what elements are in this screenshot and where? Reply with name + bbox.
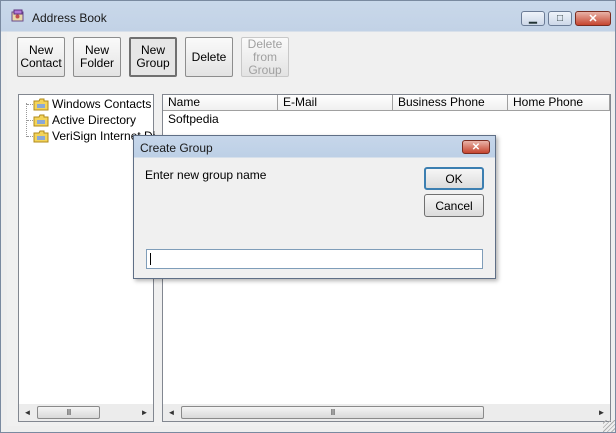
column-header-business-phone[interactable]: Business Phone	[393, 95, 508, 111]
new-folder-button[interactable]: New Folder	[73, 37, 121, 77]
cancel-button[interactable]: Cancel	[424, 194, 484, 217]
scroll-right-icon[interactable]: ►	[136, 404, 153, 421]
tree-item-label: Active Directory	[52, 113, 137, 127]
close-button[interactable]: ✕	[575, 11, 611, 26]
group-name-input[interactable]	[146, 249, 483, 269]
column-header-home-phone[interactable]: Home Phone	[508, 95, 610, 111]
minimize-button[interactable]: ▁	[521, 11, 545, 26]
maximize-icon: □	[556, 13, 564, 24]
minimize-icon: ▁	[529, 13, 537, 24]
close-icon: ✕	[471, 141, 481, 153]
window-title: Address Book	[32, 11, 107, 25]
column-header-email[interactable]: E-Mail	[278, 95, 393, 111]
title-bar[interactable]: Address Book ▁ □ ✕	[1, 1, 615, 32]
scroll-thumb[interactable]: III	[37, 406, 100, 419]
scroll-thumb[interactable]: III	[181, 406, 484, 419]
new-contact-button[interactable]: New Contact	[17, 37, 65, 77]
dialog-title: Create Group	[140, 141, 213, 155]
address-book-icon	[11, 9, 24, 22]
dialog-prompt: Enter new group name	[145, 168, 267, 182]
tree-horizontal-scrollbar[interactable]: ◄ III ►	[19, 404, 153, 421]
delete-button[interactable]: Delete	[185, 37, 233, 77]
folder-icon	[33, 114, 49, 126]
resize-grip[interactable]	[603, 420, 615, 432]
tree-item-active-directory[interactable]: Active Directory	[33, 112, 155, 128]
scroll-left-icon[interactable]: ◄	[19, 404, 36, 421]
create-group-dialog: Create Group ✕ Enter new group name OK C…	[133, 135, 496, 279]
tree-item-label: Windows Contacts	[52, 97, 152, 111]
list-item[interactable]: Softpedia	[168, 112, 219, 126]
maximize-button[interactable]: □	[548, 11, 572, 26]
column-header-name[interactable]: Name	[163, 95, 278, 111]
close-icon: ✕	[588, 13, 598, 25]
text-caret	[150, 253, 151, 265]
folder-icon	[33, 130, 49, 142]
ok-button[interactable]: OK	[424, 167, 484, 190]
dialog-close-button[interactable]: ✕	[462, 140, 490, 154]
list-horizontal-scrollbar[interactable]: ◄ III ►	[163, 404, 610, 421]
scroll-left-icon[interactable]: ◄	[163, 404, 180, 421]
new-group-button[interactable]: New Group	[129, 37, 177, 77]
tree-item-windows-contacts[interactable]: Windows Contacts	[33, 96, 155, 112]
scroll-right-icon[interactable]: ►	[593, 404, 610, 421]
delete-from-group-button[interactable]: Delete from Group	[241, 37, 289, 77]
folder-icon	[33, 98, 49, 110]
